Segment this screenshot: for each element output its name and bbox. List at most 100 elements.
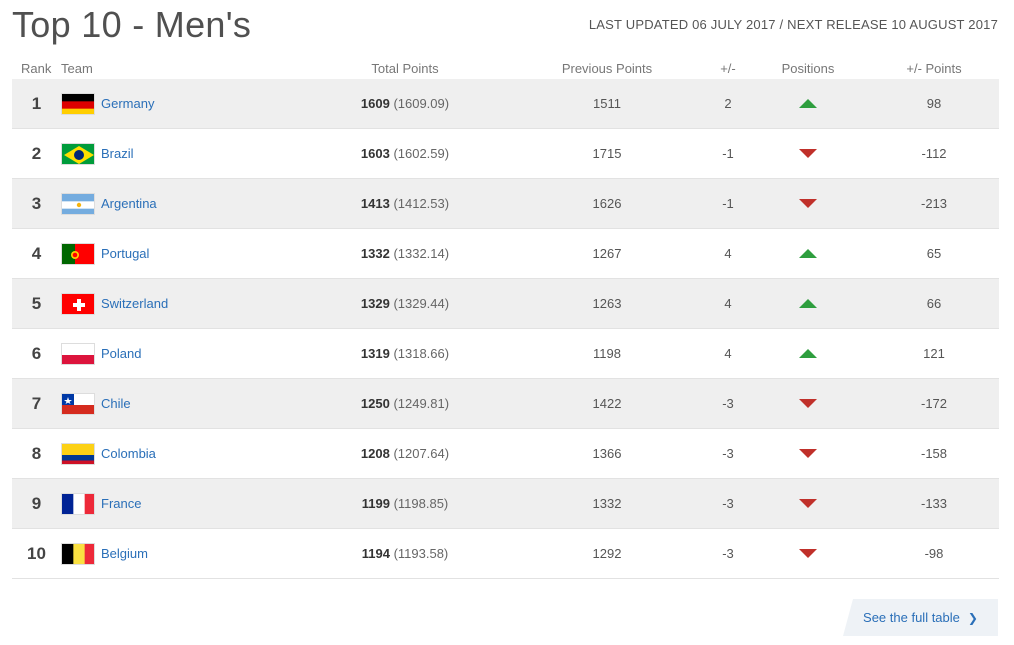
total-points-cell: 1194 (1193.58) xyxy=(342,546,468,561)
total-points-exact: (1249.81) xyxy=(393,396,450,411)
arrow-down-icon xyxy=(799,549,817,558)
total-points-exact: (1412.53) xyxy=(393,196,450,211)
portugal-flag-icon xyxy=(61,242,95,265)
arrow-down-icon xyxy=(799,149,817,158)
header-positions: Positions xyxy=(781,60,835,76)
total-points: 1603 xyxy=(360,146,390,161)
team-link[interactable]: Colombia xyxy=(101,446,156,461)
total-points-cell: 1199 (1198.85) xyxy=(342,496,468,511)
position-arrow-cell xyxy=(768,349,848,358)
previous-points-cell: 1263 xyxy=(592,296,622,311)
table-body: 1 Germany 1609 (1609.09) 1511 2 98 2 Bra… xyxy=(12,79,999,579)
table-header: Rank Team Total Points Previous Points +… xyxy=(12,57,999,79)
see-full-table-button[interactable]: See the full table ❯ xyxy=(843,599,998,636)
team-cell: Poland xyxy=(61,342,141,365)
pm-points-cell: -213 xyxy=(920,196,948,211)
rank-cell: 4 xyxy=(31,243,42,263)
table-row: 3 Argentina 1413 (1412.53) 1626 -1 -213 xyxy=(12,179,999,229)
poland-flag-icon xyxy=(61,342,95,365)
previous-points-cell: 1366 xyxy=(592,446,622,461)
total-points-exact: (1602.59) xyxy=(393,146,450,161)
total-points-exact: (1329.44) xyxy=(393,296,450,311)
position-arrow-cell xyxy=(768,199,848,208)
pm-points-cell: 66 xyxy=(926,296,942,311)
arrow-up-icon xyxy=(799,299,817,308)
total-points-cell: 1329 (1329.44) xyxy=(342,296,468,311)
header-pm-points: +/- Points xyxy=(906,60,962,76)
pm-points-cell: 121 xyxy=(923,346,945,361)
header-total-points: Total Points xyxy=(371,60,439,76)
total-points-exact: (1193.58) xyxy=(393,546,449,561)
chevron-right-icon: ❯ xyxy=(967,610,978,625)
table-row: 4 Portugal 1332 (1332.14) 1267 4 65 xyxy=(12,229,999,279)
diff-cell: 4 xyxy=(724,246,732,261)
position-arrow-cell xyxy=(768,149,848,158)
previous-points-cell: 1267 xyxy=(592,246,622,261)
total-points: 1194 xyxy=(361,546,390,561)
previous-points-cell: 1511 xyxy=(593,96,621,111)
pm-points-cell: -112 xyxy=(921,146,947,161)
team-cell: Argentina xyxy=(61,192,157,215)
pm-points-cell: -172 xyxy=(920,396,948,411)
team-cell: France xyxy=(61,492,141,515)
rank-cell: 9 xyxy=(31,493,42,513)
previous-points-cell: 1715 xyxy=(592,146,622,161)
total-points: 1319 xyxy=(360,346,390,361)
pm-points-cell: -158 xyxy=(920,446,948,461)
team-link[interactable]: France xyxy=(101,496,141,511)
page-title: Top 10 - Men's xyxy=(12,4,252,45)
total-points-cell: 1319 (1318.66) xyxy=(342,346,468,361)
table-row: 6 Poland 1319 (1318.66) 1198 4 121 xyxy=(12,329,999,379)
diff-cell: 4 xyxy=(724,346,732,361)
header-diff: +/- xyxy=(720,60,736,76)
total-points-cell: 1603 (1602.59) xyxy=(342,146,468,161)
team-link[interactable]: Portugal xyxy=(101,246,149,261)
rank-cell: 10 xyxy=(27,543,46,563)
team-cell: Brazil xyxy=(61,142,134,165)
total-points-exact: (1198.85) xyxy=(393,496,449,511)
diff-cell: 4 xyxy=(724,296,732,311)
rank-cell: 3 xyxy=(31,193,42,213)
switzerland-flag-icon xyxy=(61,292,95,315)
arrow-down-icon xyxy=(799,199,817,208)
position-arrow-cell xyxy=(768,99,848,108)
diff-cell: -3 xyxy=(722,396,734,411)
diff-cell: 2 xyxy=(724,96,732,111)
total-points: 1208 xyxy=(360,446,390,461)
rankings-table: Rank Team Total Points Previous Points +… xyxy=(12,57,999,579)
total-points-cell: 1609 (1609.09) xyxy=(342,96,468,111)
team-cell: Germany xyxy=(61,92,154,115)
pm-points-cell: -133 xyxy=(920,496,948,511)
total-points: 1332 xyxy=(360,246,390,261)
rank-cell: 2 xyxy=(31,143,42,163)
arrow-down-icon xyxy=(799,499,817,508)
team-link[interactable]: Poland xyxy=(101,346,141,361)
table-row: 1 Germany 1609 (1609.09) 1511 2 98 xyxy=(12,79,999,129)
total-points: 1329 xyxy=(360,296,390,311)
team-cell: Portugal xyxy=(61,242,149,265)
update-info: LAST UPDATED 06 JULY 2017 / NEXT RELEASE… xyxy=(588,17,998,32)
total-points-exact: (1332.14) xyxy=(393,246,450,261)
diff-cell: -1 xyxy=(722,146,734,161)
total-points-exact: (1207.64) xyxy=(393,446,450,461)
total-points-exact: (1318.66) xyxy=(393,346,450,361)
team-link[interactable]: Argentina xyxy=(101,196,157,211)
position-arrow-cell xyxy=(768,549,848,558)
total-points: 1250 xyxy=(360,396,390,411)
team-link[interactable]: Brazil xyxy=(101,146,134,161)
team-link[interactable]: Belgium xyxy=(101,546,148,561)
table-row: 5 Switzerland 1329 (1329.44) 1263 4 66 xyxy=(12,279,999,329)
team-link[interactable]: Germany xyxy=(101,96,154,111)
team-cell: Belgium xyxy=(61,542,148,565)
see-full-table-label[interactable]: See the full table xyxy=(863,610,960,625)
argentina-flag-icon xyxy=(61,192,95,215)
rank-cell: 7 xyxy=(31,393,42,413)
table-row: 2 Brazil 1603 (1602.59) 1715 -1 -112 xyxy=(12,129,999,179)
team-link[interactable]: Switzerland xyxy=(101,296,168,311)
colombia-flag-icon xyxy=(61,442,95,465)
team-link[interactable]: Chile xyxy=(101,396,131,411)
team-cell: Chile xyxy=(61,392,131,415)
pm-points-cell: -98 xyxy=(924,546,944,561)
total-points-cell: 1208 (1207.64) xyxy=(342,446,468,461)
arrow-up-icon xyxy=(799,349,817,358)
